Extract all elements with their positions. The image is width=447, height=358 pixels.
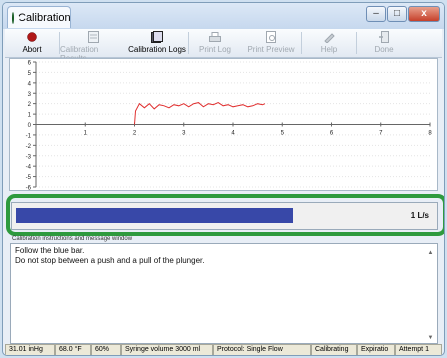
status-state: Calibrating (311, 344, 357, 355)
flow-series-line (134, 102, 266, 125)
message-window: Follow the blue bar. Do not stop between… (10, 243, 438, 344)
highlight-frame (6, 194, 444, 236)
x-tick-label: 8 (428, 131, 432, 137)
x-tick-label: 6 (330, 131, 334, 137)
y-tick-label: 1 (28, 113, 32, 119)
status-protocol: Protocol: Single Flow (213, 344, 311, 355)
logs-icon (150, 31, 164, 43)
y-tick-label: 6 (28, 61, 32, 67)
window-tab[interactable]: Calibration (7, 6, 71, 28)
results-icon (86, 31, 100, 43)
preview-icon (264, 31, 278, 43)
message-caption: Calibration instructions and message win… (12, 236, 133, 242)
y-tick-label: 2 (28, 102, 32, 108)
done-label: Done (374, 45, 394, 54)
print-preview-button[interactable]: Print Preview (241, 29, 301, 57)
scroll-up-icon[interactable]: ▲ (426, 248, 435, 256)
status-pressure: 31.01 inHg (5, 344, 55, 355)
toolbar: Abort Calibration Results Calibration Lo… (5, 29, 442, 63)
minimize-button[interactable]: – (366, 6, 386, 22)
status-humidity: 60% (91, 344, 121, 355)
y-tick-label: -4 (26, 165, 32, 171)
x-tick-label: 1 (84, 131, 88, 137)
x-tick-label: 4 (231, 131, 235, 137)
window-controls: – □ x (366, 6, 440, 22)
status-temperature: 68.0 °F (55, 344, 91, 355)
print-log-button[interactable]: Print Log (189, 29, 241, 57)
message-line: Do not stop between a push and a pull of… (15, 256, 205, 265)
logs-label: Calibration Logs (128, 45, 186, 54)
stop-icon (25, 31, 39, 43)
x-tick-label: 7 (379, 131, 383, 137)
abort-button[interactable]: Abort (5, 29, 59, 57)
x-tick-label: 5 (281, 131, 285, 137)
window-title: Calibration (18, 11, 71, 24)
message-line: Follow the blue bar. (15, 246, 85, 255)
chart-canvas: 6 5 4 3 2 1 0 -1 -2 -3 -4 -5 -6 1 2 3 4 5 6 7 8 (26, 61, 433, 191)
status-bar: 31.01 inHg 68.0 °F 60% Syringe volume 30… (5, 344, 442, 355)
printer-icon (208, 31, 222, 43)
calibration-results-button[interactable]: Calibration Results (60, 29, 126, 63)
y-tick-label: 5 (28, 71, 32, 77)
close-button[interactable]: x (408, 6, 440, 22)
help-icon (322, 31, 336, 43)
help-label: Help (320, 45, 338, 54)
status-syringe: Syringe volume 3000 ml (121, 344, 213, 355)
y-tick-label: -1 (26, 133, 32, 139)
y-tick-label: -2 (26, 144, 32, 150)
title-bar: Calibration – □ x (3, 3, 444, 29)
done-icon (377, 31, 391, 43)
help-button[interactable]: Help (302, 29, 356, 57)
status-attempt: Attempt 1 (395, 344, 442, 355)
y-tick-label: 0 (28, 123, 32, 129)
abort-label: Abort (22, 45, 42, 54)
y-tick-label: -5 (26, 175, 32, 181)
print-preview-label: Print Preview (247, 45, 295, 54)
x-tick-label: 3 (182, 131, 186, 137)
y-tick-label: -6 (26, 186, 32, 191)
scroll-down-icon[interactable]: ▼ (426, 333, 435, 341)
calibration-window: Calibration – □ x Abort Calibration Resu… (2, 2, 445, 356)
flow-chart: 6 5 4 3 2 1 0 -1 -2 -3 -4 -5 -6 1 2 3 4 5 6 7 8 (9, 58, 438, 191)
x-tick-label: 2 (133, 131, 137, 137)
app-icon (12, 11, 20, 24)
y-tick-label: 3 (28, 92, 32, 98)
status-phase: Expiratio (357, 344, 395, 355)
maximize-button[interactable]: □ (387, 6, 407, 22)
calibration-logs-button[interactable]: Calibration Logs (126, 29, 188, 57)
print-log-label: Print Log (198, 45, 232, 54)
y-tick-label: 4 (28, 81, 32, 87)
y-tick-label: -3 (26, 154, 32, 160)
done-button[interactable]: Done (357, 29, 411, 57)
scrollbar[interactable]: ▲ ▼ (426, 248, 435, 341)
